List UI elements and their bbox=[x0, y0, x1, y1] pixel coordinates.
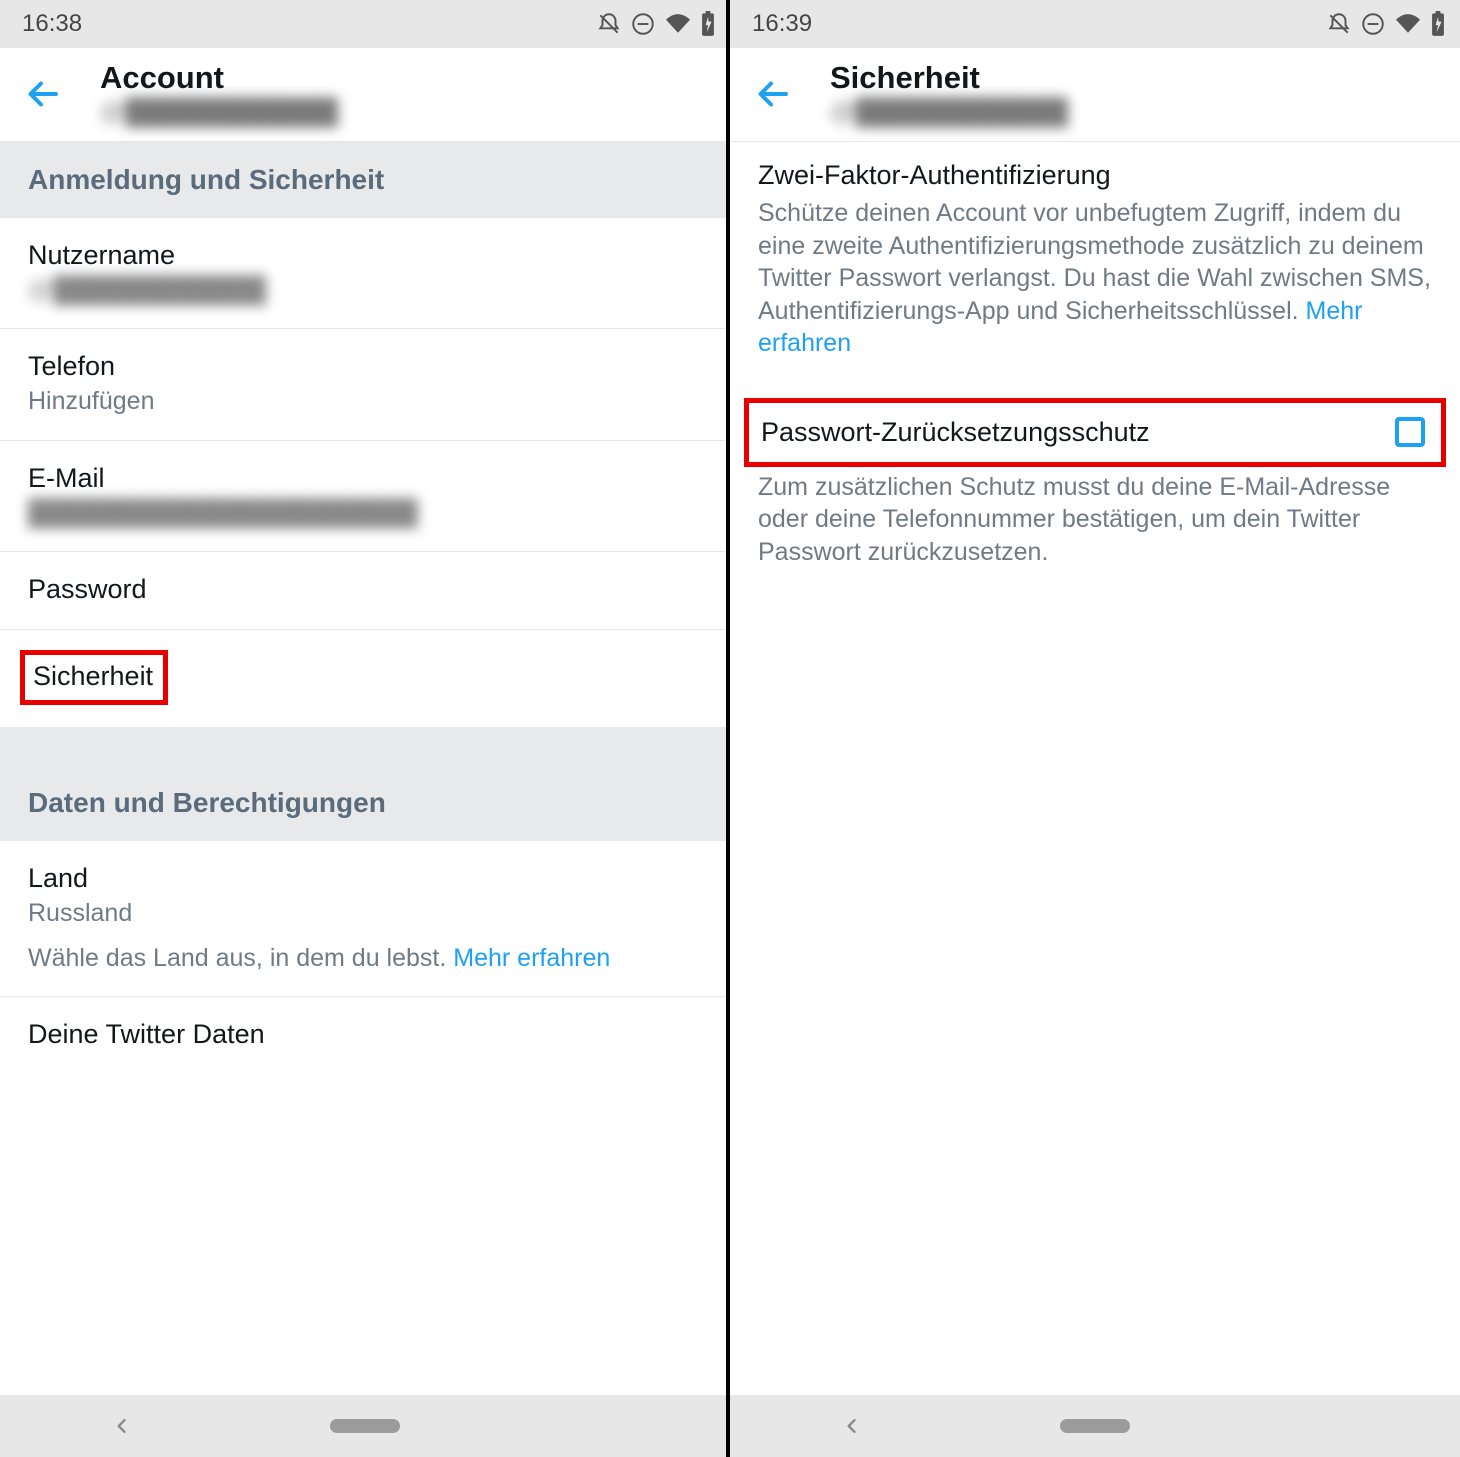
battery-icon bbox=[700, 11, 716, 37]
item-country[interactable]: Land Russland Wähle das Land aus, in dem… bbox=[0, 841, 730, 997]
two-factor-desc: Schütze deinen Account vor unbefugtem Zu… bbox=[758, 197, 1432, 360]
item-username-title: Nutzername bbox=[28, 238, 702, 273]
nav-back-icon[interactable] bbox=[842, 1416, 862, 1436]
status-icons bbox=[596, 11, 716, 37]
nav-home-pill[interactable] bbox=[1060, 1419, 1130, 1433]
page-title: Sicherheit bbox=[830, 60, 1446, 96]
dnd-icon bbox=[1326, 11, 1352, 37]
password-reset-checkbox[interactable] bbox=[1395, 417, 1425, 447]
two-factor-title: Zwei-Faktor-Authentifizierung bbox=[758, 160, 1432, 191]
item-your-data-title: Deine Twitter Daten bbox=[28, 1017, 702, 1052]
password-reset-desc: Zum zusätzlichen Schutz musst du deine E… bbox=[730, 467, 1460, 569]
item-phone-title: Telefon bbox=[28, 349, 702, 384]
nav-back-icon[interactable] bbox=[112, 1416, 132, 1436]
battery-icon bbox=[1430, 11, 1446, 37]
status-bar: 16:38 bbox=[0, 0, 730, 48]
do-not-disturb-icon bbox=[630, 11, 656, 37]
status-bar: 16:39 bbox=[730, 0, 1460, 48]
item-phone-value: Hinzufügen bbox=[28, 386, 702, 417]
status-clock: 16:38 bbox=[22, 10, 82, 38]
do-not-disturb-icon bbox=[1360, 11, 1386, 37]
item-email[interactable]: E-Mail ██████████████████████ bbox=[0, 441, 730, 552]
account-handle: @████████████ bbox=[100, 98, 716, 127]
item-security[interactable]: Sicherheit bbox=[0, 630, 730, 727]
back-button[interactable] bbox=[18, 68, 70, 120]
item-email-value: ██████████████████████ bbox=[28, 498, 702, 529]
page-header: Sicherheit @████████████ bbox=[730, 48, 1460, 142]
section-login-security: Anmeldung und Sicherheit bbox=[0, 142, 730, 218]
system-navbar bbox=[730, 1395, 1460, 1457]
dnd-icon bbox=[596, 11, 622, 37]
item-email-title: E-Mail bbox=[28, 461, 702, 496]
screen-account: 16:38 Account @████████████ Anme bbox=[0, 0, 730, 1457]
item-country-desc-text: Wähle das Land aus, in dem du lebst. bbox=[28, 944, 453, 972]
item-your-data[interactable]: Deine Twitter Daten bbox=[0, 997, 730, 1074]
page-title: Account bbox=[100, 60, 716, 96]
security-content: Zwei-Faktor-Authentifizierung Schütze de… bbox=[730, 142, 1460, 1395]
account-handle: @████████████ bbox=[830, 98, 1446, 127]
status-clock: 16:39 bbox=[752, 10, 812, 38]
section-data-permissions: Daten und Berechtigungen bbox=[0, 727, 730, 841]
item-phone[interactable]: Telefon Hinzufügen bbox=[0, 329, 730, 440]
password-reset-title: Passwort-Zurücksetzungsschutz bbox=[761, 417, 1150, 448]
item-password-reset-protect[interactable]: Passwort-Zurücksetzungsschutz bbox=[744, 398, 1446, 467]
item-password-title: Password bbox=[28, 572, 702, 607]
item-security-title: Sicherheit bbox=[33, 661, 153, 691]
system-navbar bbox=[0, 1395, 730, 1457]
item-username[interactable]: Nutzername @████████████ bbox=[0, 218, 730, 329]
status-icons bbox=[1326, 11, 1446, 37]
nav-home-pill[interactable] bbox=[330, 1419, 400, 1433]
wifi-icon bbox=[664, 13, 692, 35]
screen-separator bbox=[726, 0, 730, 1457]
item-country-desc: Wähle das Land aus, in dem du lebst. Meh… bbox=[28, 942, 702, 975]
wifi-icon bbox=[1394, 13, 1422, 35]
highlight-security: Sicherheit bbox=[20, 650, 168, 705]
item-password[interactable]: Password bbox=[0, 552, 730, 630]
settings-list: Anmeldung und Sicherheit Nutzername @███… bbox=[0, 142, 730, 1395]
item-username-value: @████████████ bbox=[28, 275, 702, 306]
screen-security: 16:39 Sicherheit @████████████ bbox=[730, 0, 1460, 1457]
back-button[interactable] bbox=[748, 68, 800, 120]
item-two-factor[interactable]: Zwei-Faktor-Authentifizierung Schütze de… bbox=[730, 142, 1460, 366]
page-header: Account @████████████ bbox=[0, 48, 730, 142]
item-country-value: Russland bbox=[28, 898, 702, 929]
item-country-title: Land bbox=[28, 861, 702, 896]
learn-more-link[interactable]: Mehr erfahren bbox=[453, 944, 610, 972]
